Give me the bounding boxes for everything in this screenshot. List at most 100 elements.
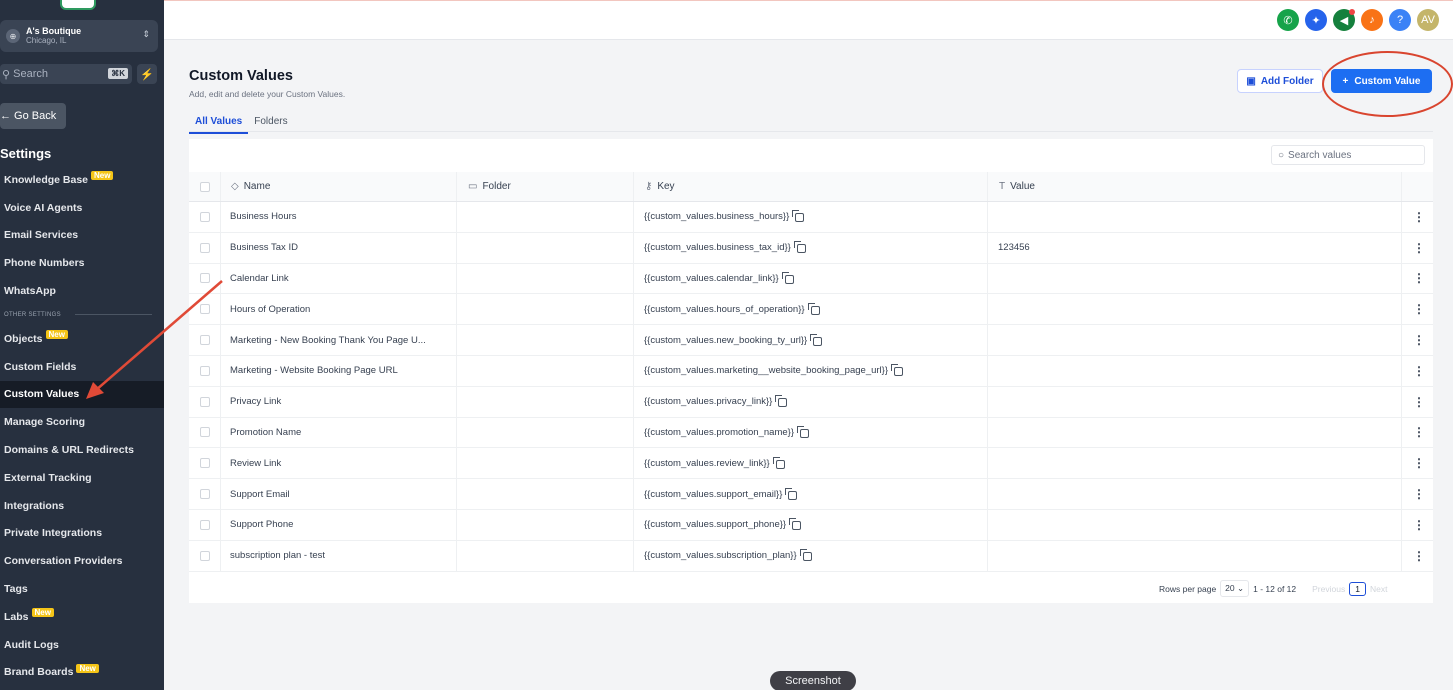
row-name[interactable]: Calendar Link — [230, 273, 289, 284]
more-options-icon[interactable]: ⋮ — [1413, 333, 1425, 347]
row-checkbox[interactable] — [200, 335, 210, 346]
row-checkbox[interactable] — [200, 365, 210, 376]
row-name[interactable]: Promotion Name — [230, 427, 301, 438]
row-name[interactable]: Marketing - Website Booking Page URL — [230, 365, 398, 376]
row-checkbox[interactable] — [200, 550, 210, 561]
sidebar-item-custom-values[interactable]: Custom Values — [0, 380, 164, 409]
copy-icon[interactable] — [810, 333, 823, 346]
megaphone-icon[interactable]: ◀ — [1333, 9, 1355, 31]
table-row[interactable]: Support Phone {{custom_values.support_pho… — [189, 509, 1433, 541]
sidebar-item-phone-numbers[interactable]: Phone Numbers — [0, 249, 164, 277]
more-options-icon[interactable]: ⋮ — [1413, 425, 1425, 439]
copy-icon[interactable] — [772, 456, 785, 469]
table-row[interactable]: Promotion Name {{custom_values.promotion_… — [189, 417, 1433, 449]
copy-icon[interactable] — [781, 271, 794, 284]
phone-icon[interactable]: ✆ — [1277, 9, 1299, 31]
table-row[interactable]: Business Hours {{custom_values.business_h… — [189, 202, 1433, 233]
table-row[interactable]: Hours of Operation {{custom_values.hours_… — [189, 294, 1433, 326]
table-row[interactable]: Support Email {{custom_values.support_ema… — [189, 479, 1433, 510]
more-options-icon[interactable]: ⋮ — [1413, 395, 1425, 409]
more-options-icon[interactable]: ⋮ — [1413, 456, 1425, 470]
row-checkbox[interactable] — [200, 489, 210, 500]
more-options-icon[interactable]: ⋮ — [1413, 241, 1425, 255]
more-options-icon[interactable]: ⋮ — [1413, 487, 1425, 501]
sidebar-search[interactable]: ⚲ Search ⌘K — [0, 64, 132, 84]
row-checkbox[interactable] — [200, 396, 210, 407]
more-options-icon[interactable]: ⋮ — [1413, 302, 1425, 316]
copy-icon[interactable] — [807, 302, 820, 315]
table-row[interactable]: Marketing - New Booking Thank You Page U… — [189, 325, 1433, 356]
row-name[interactable]: Support Phone — [230, 519, 293, 530]
row-name[interactable]: Marketing - New Booking Thank You Page U… — [230, 335, 426, 346]
row-checkbox[interactable] — [200, 304, 210, 315]
row-checkbox[interactable] — [200, 519, 210, 530]
bell-icon[interactable]: ♪ — [1361, 9, 1383, 31]
row-name[interactable]: subscription plan - test — [230, 550, 325, 561]
row-checkbox[interactable] — [200, 427, 210, 438]
row-name[interactable]: Privacy Link — [230, 396, 281, 407]
more-options-icon[interactable]: ⋮ — [1413, 364, 1425, 378]
sidebar-item-manage-scoring[interactable]: Manage Scoring — [0, 408, 164, 436]
sidebar-item-brand-boards[interactable]: Brand Boards New — [0, 659, 164, 687]
account-switcher[interactable]: ⊕ A's Boutique Chicago, IL ⇕ — [0, 20, 158, 52]
search-values-input[interactable]: ○ Search values — [1271, 145, 1425, 165]
sidebar-item-private-integrations[interactable]: Private Integrations — [0, 520, 164, 548]
column-value[interactable]: Value — [1010, 181, 1035, 192]
sidebar-item-tags[interactable]: Tags — [0, 575, 164, 603]
row-checkbox[interactable] — [200, 211, 210, 222]
sidebar-item-labs[interactable]: Labs New — [0, 603, 164, 631]
sidebar-item-custom-fields[interactable]: Custom Fields — [0, 353, 164, 381]
sidebar-item-voice-ai-agents[interactable]: Voice AI Agents — [0, 194, 164, 222]
table-row[interactable]: Business Tax ID {{custom_values.business_… — [189, 232, 1433, 264]
next-button[interactable]: Next — [1370, 584, 1387, 594]
row-checkbox[interactable] — [200, 273, 210, 284]
row-name[interactable]: Support Email — [230, 489, 290, 500]
add-folder-button[interactable]: ▣ Add Folder — [1237, 69, 1323, 93]
copy-icon[interactable] — [799, 549, 812, 562]
table-row[interactable]: Privacy Link {{custom_values.privacy_link… — [189, 386, 1433, 418]
quick-action-bolt-icon[interactable]: ⚡ — [137, 64, 157, 84]
more-options-icon[interactable]: ⋮ — [1413, 518, 1425, 532]
select-all-checkbox[interactable] — [200, 181, 210, 192]
help-icon[interactable]: ? — [1389, 9, 1411, 31]
row-name[interactable]: Business Tax ID — [230, 242, 298, 253]
row-name[interactable]: Review Link — [230, 458, 281, 469]
more-options-icon[interactable]: ⋮ — [1413, 210, 1425, 224]
sidebar-item-audit-logs[interactable]: Audit Logs — [0, 631, 164, 659]
magic-icon[interactable]: ✦ — [1305, 9, 1327, 31]
row-name[interactable]: Hours of Operation — [230, 304, 310, 315]
table-row[interactable]: Review Link {{custom_values.review_link}}… — [189, 448, 1433, 480]
sidebar-item-domains-url-redirects[interactable]: Domains & URL Redirects — [0, 436, 164, 464]
previous-button[interactable]: Previous — [1312, 584, 1345, 594]
row-name[interactable]: Business Hours — [230, 211, 297, 222]
table-row[interactable]: Calendar Link {{custom_values.calendar_li… — [189, 263, 1433, 295]
add-custom-value-button[interactable]: + Custom Value — [1331, 69, 1432, 93]
sidebar-item-whatsapp[interactable]: WhatsApp — [0, 277, 164, 305]
sidebar-item-email-services[interactable]: Email Services — [0, 222, 164, 250]
copy-icon[interactable] — [793, 241, 806, 254]
table-row[interactable]: Marketing - Website Booking Page URL {{cu… — [189, 355, 1433, 387]
column-folder[interactable]: Folder — [482, 181, 510, 192]
user-avatar[interactable]: AV — [1417, 9, 1439, 31]
sidebar-item-external-tracking[interactable]: External Tracking — [0, 464, 164, 492]
sidebar-item-objects[interactable]: Objects New — [0, 325, 164, 353]
sidebar-item-conversation-providers[interactable]: Conversation Providers — [0, 547, 164, 575]
copy-icon[interactable] — [785, 487, 798, 500]
row-checkbox[interactable] — [200, 458, 210, 469]
row-checkbox[interactable] — [200, 242, 210, 253]
table-row[interactable]: subscription plan - test {{custom_values.… — [189, 540, 1433, 572]
column-key[interactable]: Key — [657, 181, 674, 192]
more-options-icon[interactable]: ⋮ — [1413, 271, 1425, 285]
page-1-button[interactable]: 1 — [1349, 581, 1366, 596]
more-options-icon[interactable]: ⋮ — [1413, 549, 1425, 563]
copy-icon[interactable] — [792, 210, 805, 223]
copy-icon[interactable] — [797, 425, 809, 438]
rows-per-page-select[interactable]: 20 ⌄ — [1220, 580, 1250, 597]
column-name[interactable]: Name — [244, 181, 271, 192]
go-back-button[interactable]: ← Go Back — [0, 103, 66, 129]
copy-icon[interactable] — [775, 395, 788, 408]
copy-icon[interactable] — [789, 518, 802, 531]
copy-icon[interactable] — [891, 364, 904, 377]
sidebar-item-integrations[interactable]: Integrations — [0, 492, 164, 520]
sidebar-item-knowledge-base[interactable]: Knowledge Base New — [0, 166, 164, 194]
